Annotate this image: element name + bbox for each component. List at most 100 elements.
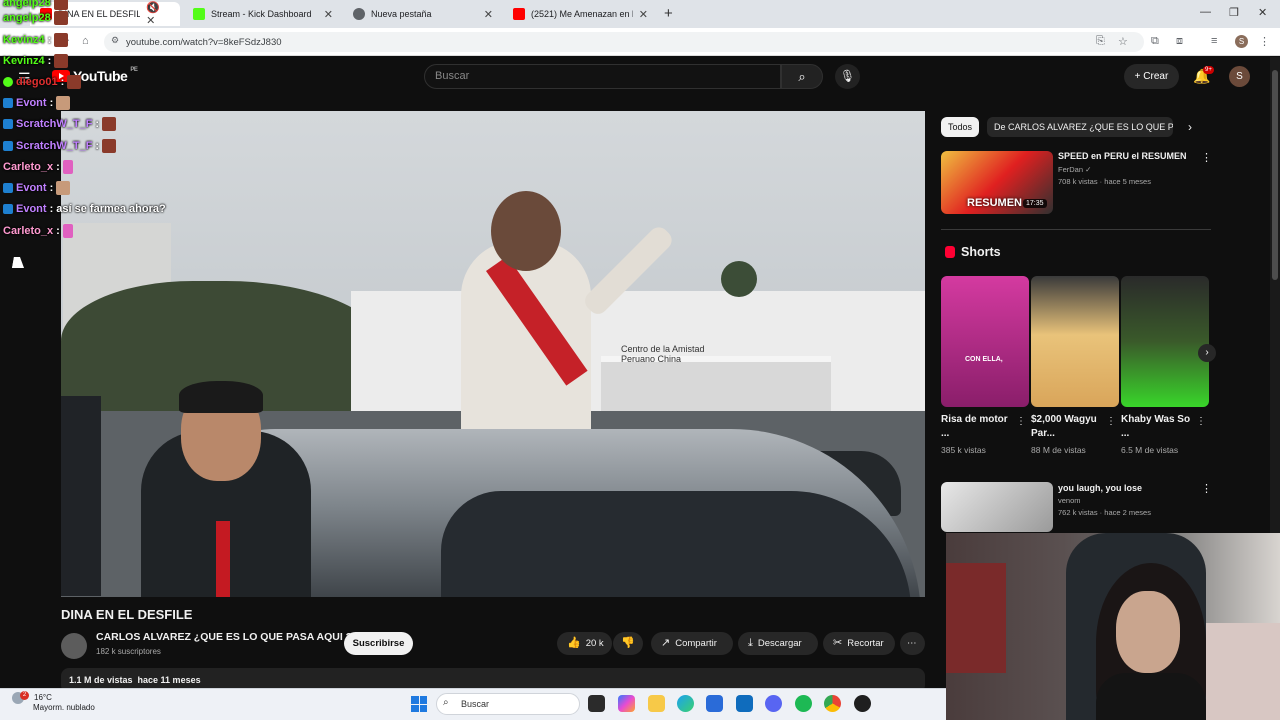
recommendation-meta: 708 k vistas · hace 5 meses [1058,177,1151,186]
windows-start-icon[interactable] [411,696,427,712]
chat-message: diego01 : [3,75,82,89]
media-control-icon[interactable]: ≡ [1211,35,1217,47]
close-window-icon[interactable]: ✕ [1258,6,1267,19]
short-thumbnail[interactable] [1121,276,1209,407]
clip-button[interactable]: ✂ Recortar [823,632,895,655]
chat-emote-icon [56,96,71,110]
chat-message: Carleto_x : [3,224,73,238]
short-item[interactable]: CON ELLA, Risa de motor ... 385 k vistas… [941,276,1029,455]
minimize-icon[interactable]: — [1200,6,1211,18]
short-item[interactable]: Khaby Was So ... 6.5 M de vistas ⋮ [1121,276,1209,455]
account-avatar[interactable]: S [1229,66,1250,87]
chrome-favicon-icon [353,8,365,20]
puzzle-icon[interactable]: ⧈ [1176,35,1183,48]
channel-name[interactable]: CARLOS ALVAREZ ¿QUE ES LO QUE PASA AQUI … [96,631,352,643]
channel-avatar[interactable] [61,633,87,659]
weather-widget[interactable]: 16°C Mayorm. nublado [20,693,95,713]
share-arrow-icon: ↗ [661,637,671,649]
home-icon[interactable]: ⌂ [82,35,89,47]
short-thumbnail[interactable] [1031,276,1119,407]
tab-youtube-other[interactable]: (2521) Me Amenazan en las Ca ✕ [503,2,658,26]
spotify-icon[interactable] [795,695,812,712]
obs-icon[interactable] [854,695,871,712]
chip-all[interactable]: Todos [941,117,980,137]
chrome-icon[interactable] [824,695,841,712]
site-info-icon[interactable]: ⚙ [111,35,119,46]
video-scene-sign: Centro de la Amistad Peruano China [621,344,705,364]
recommendation-channel: FerDan ✓ [1058,165,1092,174]
chat-emote-icon [54,33,69,47]
edge-icon[interactable] [677,695,694,712]
address-bar[interactable]: youtube.com/watch?v=8keFSdzJ830 [104,32,1144,52]
chip-from-channel[interactable]: De CARLOS ALVAREZ ¿QUE ES LO QUE PA... [987,117,1174,137]
more-options-icon[interactable]: ⋮ [1201,482,1212,495]
tab-kick-dashboard[interactable]: Stream - Kick Dashboard ✕ [183,2,343,26]
webcam-streamer-body [1096,673,1206,720]
extension-icon[interactable]: ⧉ [1151,35,1159,48]
search-button[interactable]: ⌕ [781,64,823,89]
browser-profile-avatar[interactable]: S [1235,35,1248,48]
scrollbar-thumb[interactable] [1272,70,1278,280]
copilot-icon[interactable] [618,695,635,712]
video-scene-woman-head [491,191,561,271]
more-options-icon[interactable]: ⋮ [1196,416,1206,427]
maximize-icon[interactable]: ❐ [1229,6,1239,19]
more-options-icon[interactable]: ⋮ [1201,151,1212,164]
recommendation-thumbnail[interactable] [941,482,1053,532]
recommendation-item[interactable]: RESUMEN 17:35 SPEED en PERU el RESUMEN F… [941,151,1212,221]
filter-chips: Todos De CARLOS ALVAREZ ¿QUE ES LO QUE P… [941,117,1174,137]
dislike-button[interactable]: 👎 [613,632,643,655]
subscriber-count: 182 k suscriptores [96,647,161,656]
search-icon: ⌕ [798,69,806,84]
close-tab-icon[interactable]: 🔇 ✕ [146,1,170,27]
youtube-favicon-icon [513,8,525,20]
webcam-streamer-face [1116,591,1180,673]
chat-message: angelp28 [3,0,68,10]
chat-emote-icon [53,0,68,10]
outlook-icon[interactable] [736,695,753,712]
kick-favicon-icon [193,8,205,20]
recommendation-thumbnail[interactable]: RESUMEN 17:35 [941,151,1053,214]
close-tab-icon[interactable]: ✕ [484,8,493,21]
bookmark-star-icon[interactable]: ☆ [1118,35,1128,48]
more-actions-button[interactable]: ⋯ [900,632,925,655]
chat-message: Kevinz4 : [3,33,69,47]
create-button[interactable]: + Crear [1124,64,1179,89]
short-item[interactable]: $2,000 Wagyu Par... 88 M de vistas ⋮ [1031,276,1119,455]
chat-emote-icon [56,181,71,195]
video-player[interactable]: Centro de la Amistad Peruano China [61,111,925,597]
close-tab-icon[interactable]: ✕ [324,8,333,21]
install-app-icon[interactable]: ⎘ [1096,35,1105,48]
download-button[interactable]: ⤓ Descargar [738,632,818,655]
chat-message: Carleto_x : [3,160,73,174]
browser-toolbar: ⟳ ⌂ youtube.com/watch?v=8keFSdzJ830 ⚙ ⎘ … [0,28,1280,56]
subscribe-button[interactable]: Suscribirse [344,632,413,655]
video-scene-palm [721,261,757,297]
close-tab-icon[interactable]: ✕ [639,8,648,21]
tab-new-tab[interactable]: Nueva pestaña ✕ [343,2,503,26]
new-tab-button[interactable]: + [664,5,673,22]
recommendation-item[interactable]: you laugh, you lose venom 762 k vistas ·… [941,482,1212,532]
taskbar-search[interactable]: Buscar [436,693,580,715]
voice-search-button[interactable]: 🎙 [835,64,860,89]
discord-icon[interactable] [765,695,782,712]
menu-kebab-icon[interactable]: ⋮ [1259,35,1270,48]
thumbs-up-icon: 👍 [567,637,581,649]
chat-badge-icon [3,98,13,108]
video-scene-windshield [441,491,911,597]
chat-emote-icon [54,54,69,68]
task-view-icon[interactable] [588,695,605,712]
search-input[interactable]: Buscar [424,64,781,89]
more-options-icon[interactable]: ⋮ [1016,416,1026,427]
more-options-icon[interactable]: ⋮ [1106,416,1116,427]
chat-message: ScratchW_T_F : [3,117,117,131]
shorts-next-button[interactable]: › [1198,344,1216,362]
file-explorer-icon[interactable] [648,695,665,712]
short-thumbnail[interactable]: CON ELLA, [941,276,1029,407]
chevron-right-icon[interactable]: › [1188,120,1192,134]
shorts-heading: Shorts [945,245,1001,259]
share-button[interactable]: ↗ Compartir [651,632,733,655]
chat-emote-icon [102,117,117,131]
store-icon[interactable] [706,695,723,712]
like-button[interactable]: 👍 20 k [557,632,612,655]
